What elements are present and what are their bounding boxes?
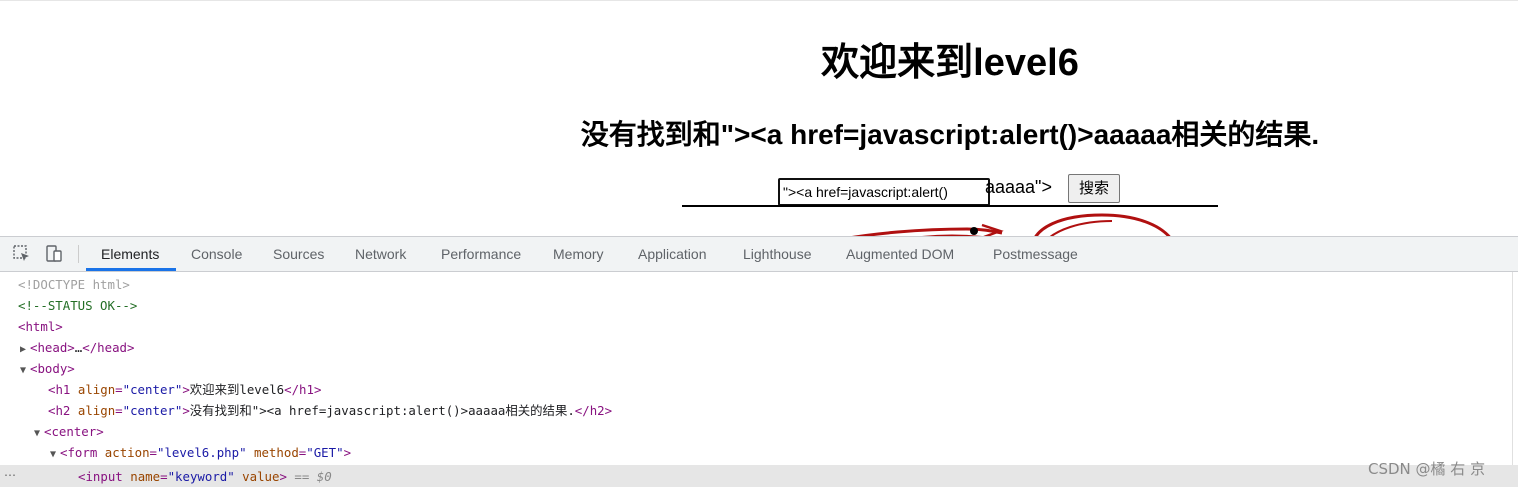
dom-input[interactable]: <input name="keyword" value> == $0 <box>78 466 332 487</box>
level-image <box>682 205 1218 237</box>
toolbar-divider <box>78 245 79 263</box>
device-toolbar-icon[interactable] <box>44 244 64 264</box>
tab-performance[interactable]: Performance <box>441 237 521 271</box>
tab-sources[interactable]: Sources <box>273 237 324 271</box>
active-tab-indicator <box>86 268 176 271</box>
expand-triangle-icon[interactable]: ▶ <box>20 339 30 360</box>
devtools-panel: Elements Console Sources Network Perform… <box>0 236 1518 487</box>
keyword-input[interactable]: "><a href=javascript:alert() <box>778 178 990 206</box>
dom-body[interactable]: ▼ <body> <box>20 358 75 379</box>
collapse-triangle-icon[interactable]: ▼ <box>50 444 60 465</box>
dom-head[interactable]: ▶ <head>…</head> <box>20 337 134 358</box>
tab-augmented-dom[interactable]: Augmented DOM <box>846 237 954 271</box>
injected-text: aaaaa"> <box>985 177 1052 197</box>
tab-console[interactable]: Console <box>191 237 242 271</box>
watermark: CSDN @橘 右 京 <box>1368 460 1486 478</box>
dom-h2[interactable]: <h2 align="center">没有找到和"><a href=javasc… <box>48 400 612 421</box>
dom-tree: <!DOCTYPE html> <!--STATUS OK--> <html> … <box>0 272 1518 487</box>
dom-center[interactable]: ▼ <center> <box>34 421 104 442</box>
dom-doctype[interactable]: <!DOCTYPE html> <box>18 274 130 295</box>
search-button[interactable]: 搜索 <box>1068 174 1120 203</box>
tab-network[interactable]: Network <box>355 237 406 271</box>
dom-html[interactable]: <html> <box>18 316 63 337</box>
dom-h1[interactable]: <h1 align="center">欢迎来到level6</h1> <box>48 379 321 400</box>
inspect-element-icon[interactable] <box>12 244 32 264</box>
dom-comment[interactable]: <!--STATUS OK--> <box>18 295 137 316</box>
collapse-triangle-icon[interactable]: ▼ <box>20 360 30 381</box>
page-heading-h2: 没有找到和"><a href=javascript:alert()>aaaaa相… <box>580 119 1320 150</box>
tab-postmessage[interactable]: Postmessage <box>993 237 1078 271</box>
dom-form[interactable]: ▼ <form action="level6.php" method="GET"> <box>50 442 351 463</box>
page-heading-h1: 欢迎来到level6 <box>821 42 1079 84</box>
tab-lighthouse[interactable]: Lighthouse <box>743 237 812 271</box>
devtools-tabbar: Elements Console Sources Network Perform… <box>0 237 1518 272</box>
tab-application[interactable]: Application <box>638 237 707 271</box>
more-icon[interactable]: ⋯ <box>4 465 17 487</box>
dom-scrollbar[interactable] <box>1512 272 1518 465</box>
collapse-triangle-icon[interactable]: ▼ <box>34 423 44 444</box>
tab-elements[interactable]: Elements <box>101 237 159 271</box>
tab-memory[interactable]: Memory <box>553 237 604 271</box>
rendered-page: 欢迎来到level6 没有找到和"><a href=javascript:ale… <box>0 0 1518 237</box>
